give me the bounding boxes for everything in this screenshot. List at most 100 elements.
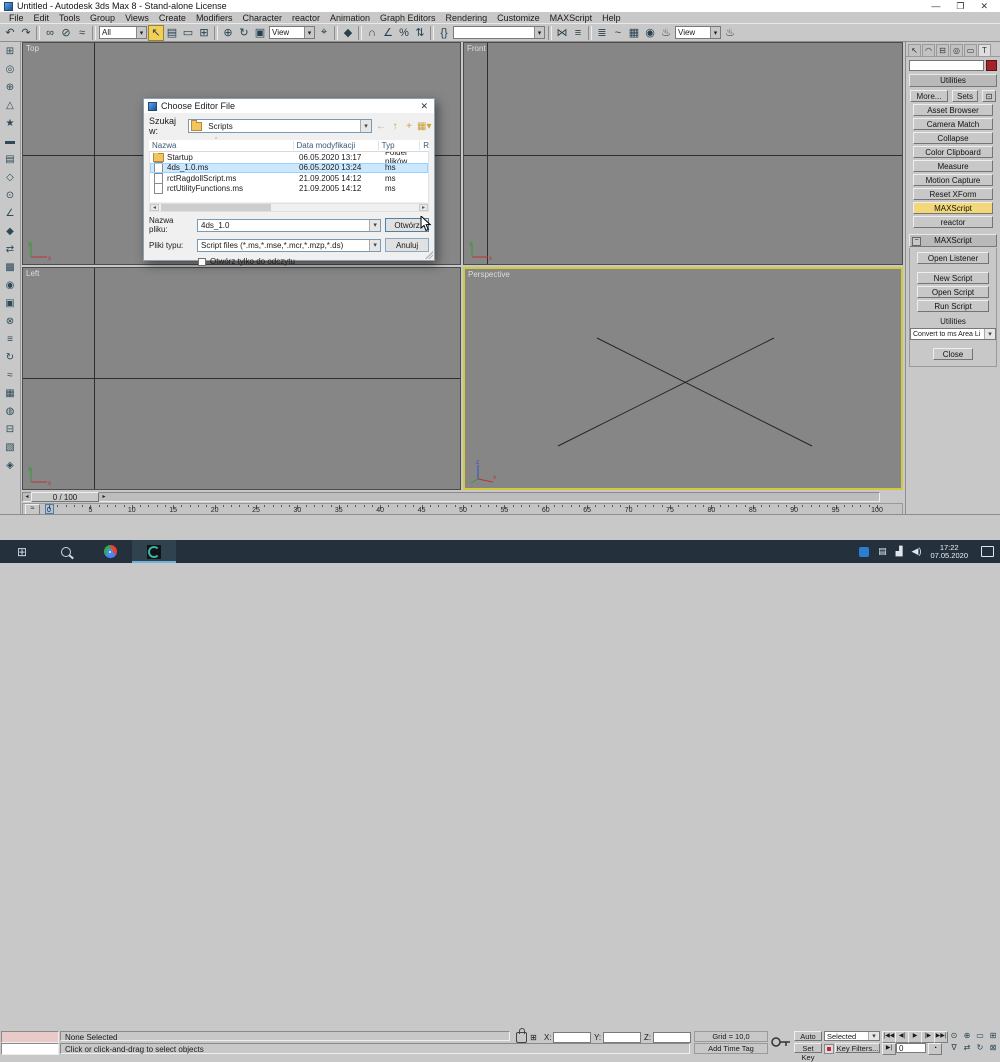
collapse-rollout-icon[interactable]: − bbox=[912, 237, 921, 246]
render-type-dropdown[interactable]: View▾ bbox=[675, 26, 721, 39]
menu-views[interactable]: Views bbox=[120, 13, 154, 23]
viewport-perspective-active[interactable]: Perspective z x bbox=[463, 267, 903, 490]
time-slider-groove[interactable] bbox=[22, 492, 880, 502]
set-key-point-icon[interactable] bbox=[824, 1044, 834, 1054]
maximize-viewport-toggle-icon[interactable]: ⊠ bbox=[987, 1043, 999, 1053]
sets-button[interactable]: Sets bbox=[952, 90, 978, 102]
time-slider-next-arrow[interactable]: ▸ bbox=[100, 493, 108, 501]
read-only-checkbox[interactable] bbox=[198, 258, 206, 266]
maxscript-run-script-button[interactable]: Run Script bbox=[917, 300, 989, 312]
left-tool-icon[interactable]: ⊕ bbox=[3, 80, 18, 95]
column-size[interactable]: R bbox=[420, 141, 429, 150]
left-tool-icon[interactable]: ▬ bbox=[3, 134, 18, 149]
named-selection-sets-dropdown[interactable]: ▾ bbox=[453, 26, 545, 39]
left-tool-icon[interactable]: ⇄ bbox=[3, 242, 18, 257]
new-folder-icon[interactable]: + bbox=[403, 121, 415, 132]
taskbar-chrome-button[interactable] bbox=[88, 540, 132, 563]
left-tool-icon[interactable]: ▦ bbox=[3, 386, 18, 401]
arc-rotate-icon[interactable]: ↻ bbox=[974, 1043, 986, 1053]
create-tab[interactable]: ↖ bbox=[908, 44, 921, 56]
view-menu-icon[interactable]: ▦▾ bbox=[417, 121, 429, 132]
z-coordinate-field[interactable] bbox=[653, 1032, 691, 1043]
viewport-left[interactable]: Left x y bbox=[22, 267, 461, 490]
set-key-button[interactable]: Set Key bbox=[794, 1043, 822, 1053]
left-tool-icon[interactable]: ▧ bbox=[3, 440, 18, 455]
auto-key-button[interactable]: Auto Key bbox=[794, 1031, 822, 1041]
select-and-manipulate-icon[interactable]: ◆ bbox=[340, 25, 356, 41]
close-button[interactable]: ✕ bbox=[980, 1, 988, 12]
motion-tab[interactable]: ◎ bbox=[950, 44, 963, 56]
viewport-front[interactable]: Front x y bbox=[463, 42, 903, 265]
macro-recorder-mini-listener[interactable] bbox=[1, 1031, 59, 1043]
utility-button-motion-capture[interactable]: Motion Capture bbox=[913, 174, 993, 186]
zoom-extents-all-icon[interactable]: ⊞ bbox=[987, 1031, 999, 1041]
pan-view-icon[interactable]: ⇄ bbox=[961, 1043, 973, 1053]
time-configuration-button[interactable]: ◔ bbox=[928, 1043, 942, 1055]
menu-rendering[interactable]: Rendering bbox=[441, 13, 493, 23]
utility-button-color-clipboard[interactable]: Color Clipboard bbox=[913, 146, 993, 158]
menu-tools[interactable]: Tools bbox=[54, 13, 85, 23]
column-type[interactable]: Typ bbox=[379, 141, 421, 150]
play-button[interactable]: ▶ bbox=[908, 1031, 922, 1043]
left-tool-icon[interactable]: ◇ bbox=[3, 170, 18, 185]
utility-button-camera-match[interactable]: Camera Match bbox=[913, 118, 993, 130]
left-tool-icon[interactable]: ▣ bbox=[3, 296, 18, 311]
left-tool-icon[interactable]: ≈ bbox=[3, 368, 18, 383]
file-row[interactable]: rctRagdollScript.ms21.09.2005 14:12ms bbox=[150, 173, 428, 184]
go-to-start-button[interactable]: |◀◀ bbox=[882, 1031, 896, 1043]
close-utility-button[interactable]: Close bbox=[933, 348, 973, 360]
window-crossing-icon[interactable]: ⊞ bbox=[196, 25, 212, 41]
start-button[interactable]: ⊞ bbox=[0, 540, 44, 563]
object-color-swatch[interactable] bbox=[986, 60, 997, 71]
menu-edit[interactable]: Edit bbox=[29, 13, 55, 23]
left-tool-icon[interactable]: ⊙ bbox=[3, 188, 18, 203]
utility-dropdown[interactable]: Convert to ms Area Li ▾ bbox=[910, 328, 996, 340]
scroll-left-icon[interactable]: ◂ bbox=[150, 204, 159, 211]
left-tool-icon[interactable]: ◆ bbox=[3, 224, 18, 239]
hierarchy-tab[interactable]: ⊟ bbox=[936, 44, 949, 56]
y-coordinate-field[interactable] bbox=[603, 1032, 641, 1043]
use-pivot-point-icon[interactable]: ⌖ bbox=[316, 25, 332, 41]
layer-manager-icon[interactable]: ≣ bbox=[594, 25, 610, 41]
menu-create[interactable]: Create bbox=[154, 13, 191, 23]
left-tool-icon[interactable]: ↻ bbox=[3, 350, 18, 365]
look-in-dropdown[interactable]: Scripts ▾ bbox=[188, 119, 372, 133]
zoom-extents-icon[interactable]: ▭ bbox=[974, 1031, 986, 1041]
utility-button-asset-browser[interactable]: Asset Browser bbox=[913, 104, 993, 116]
utility-button-reactor[interactable]: reactor bbox=[913, 216, 993, 228]
quick-render-icon[interactable]: ♨ bbox=[722, 25, 738, 41]
input-indicator-icon[interactable]: ▤ bbox=[878, 546, 887, 557]
file-row[interactable]: rctUtilityFunctions.ms21.09.2005 14:12ms bbox=[150, 184, 428, 195]
column-date-modified[interactable]: Data modyfikacji bbox=[294, 141, 379, 150]
left-tool-icon[interactable]: ∠ bbox=[3, 206, 18, 221]
angle-snap-icon[interactable]: ∠ bbox=[380, 25, 396, 41]
redo-icon[interactable]: ↷ bbox=[18, 25, 34, 41]
previous-frame-button[interactable]: ◀| bbox=[895, 1031, 909, 1043]
menu-reactor[interactable]: reactor bbox=[287, 13, 325, 23]
column-name[interactable]: Nazwa bbox=[149, 141, 294, 150]
file-name-input[interactable]: 4ds_1.0 ▾ bbox=[197, 219, 381, 232]
menu-animation[interactable]: Animation bbox=[325, 13, 375, 23]
maxscript-open-script-button[interactable]: Open Script bbox=[917, 286, 989, 298]
reference-coordinate-dropdown[interactable]: View▾ bbox=[269, 26, 315, 39]
mirror-icon[interactable]: ⋈ bbox=[554, 25, 570, 41]
curve-editor-icon[interactable]: ~ bbox=[610, 25, 626, 41]
left-tool-icon[interactable]: ⊞ bbox=[3, 44, 18, 59]
maxscript-mini-listener[interactable] bbox=[1, 1043, 59, 1055]
file-row[interactable]: Startup06.05.2020 13:17Folder plików bbox=[150, 152, 428, 163]
time-slider-handle[interactable]: 0 / 100 bbox=[31, 492, 99, 502]
selection-filter-dropdown[interactable]: All▾ bbox=[99, 26, 147, 39]
utility-button-collapse[interactable]: Collapse bbox=[913, 132, 993, 144]
spinner-snap-icon[interactable]: ⇅ bbox=[412, 25, 428, 41]
left-tool-icon[interactable]: △ bbox=[3, 98, 18, 113]
next-frame-button[interactable]: |▶ bbox=[921, 1031, 935, 1043]
key-filters-button[interactable]: Key Filters... bbox=[835, 1043, 880, 1053]
menu-character[interactable]: Character bbox=[237, 13, 287, 23]
maxscript-new-script-button[interactable]: New Script bbox=[917, 272, 989, 284]
resize-grip[interactable] bbox=[425, 251, 433, 259]
left-tool-icon[interactable]: ▤ bbox=[3, 152, 18, 167]
go-to-end-button[interactable]: ▶▶| bbox=[934, 1031, 948, 1043]
bind-to-space-warp-icon[interactable]: ≈ bbox=[74, 25, 90, 41]
left-tool-icon[interactable]: ★ bbox=[3, 116, 18, 131]
left-tool-icon[interactable]: ▩ bbox=[3, 260, 18, 275]
